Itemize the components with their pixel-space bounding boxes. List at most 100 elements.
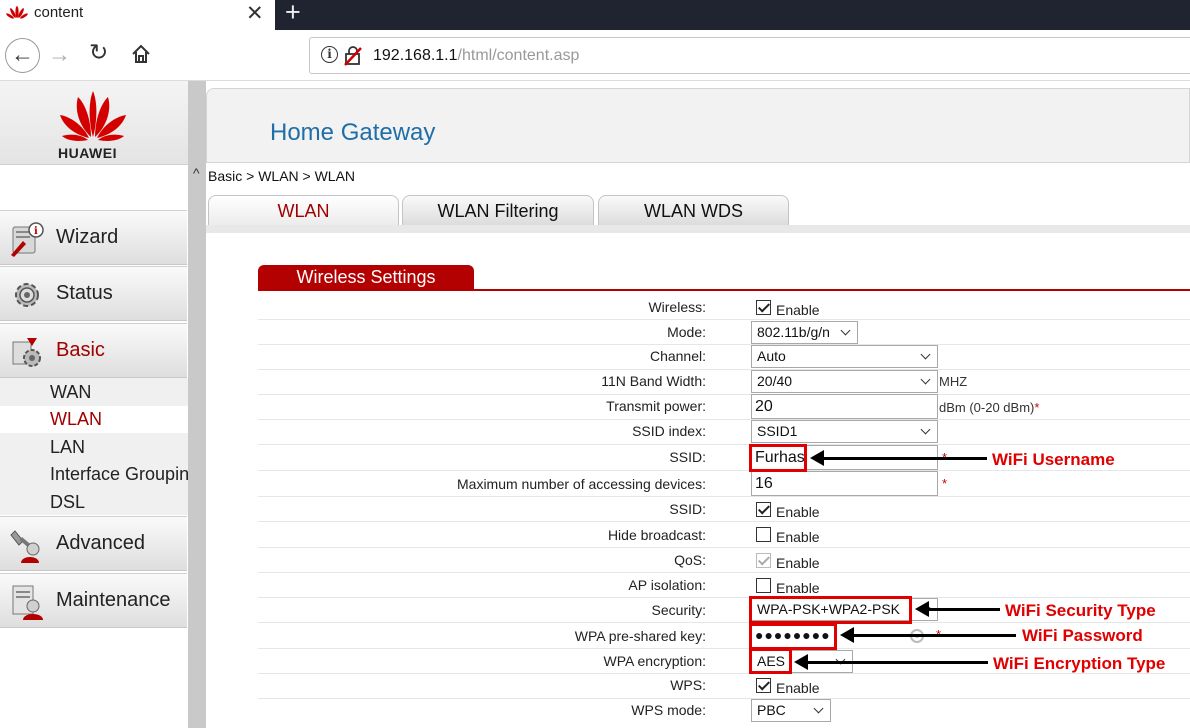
transmit-power-input[interactable]: 20 (751, 394, 938, 419)
tab-wlan-filtering[interactable]: WLAN Filtering (402, 195, 594, 225)
transmit-power-unit-text: dBm (0-20 dBm) (939, 400, 1035, 415)
channel-select[interactable]: Auto (751, 345, 938, 368)
new-tab-button[interactable]: + (285, 0, 301, 28)
wps-mode-label: WPS mode: (631, 702, 706, 718)
menu-status[interactable]: Status (0, 266, 187, 321)
menu-advanced[interactable]: Advanced (0, 516, 187, 571)
ssid-index-select[interactable]: SSID1 (751, 420, 938, 443)
submenu-wlan[interactable]: WLAN (0, 406, 188, 433)
close-icon[interactable]: ✕ (246, 1, 264, 26)
band-width-unit: MHZ (939, 374, 968, 389)
forward-arrow-icon[interactable]: → (48, 41, 71, 68)
sidebar: HUAWEI i Wizard Status Basic WAN WLAN LA… (0, 81, 197, 728)
maintenance-icon (12, 585, 43, 620)
wpa-key-label: WPA pre-shared key: (574, 628, 706, 644)
row-ap-isolation: AP isolation: Enable (258, 573, 1190, 598)
info-icon[interactable]: i (321, 46, 338, 63)
breadcrumb: Basic > WLAN > WLAN (208, 168, 356, 184)
wireless-enable-label: Enable (776, 302, 820, 318)
qos-label: QoS: (674, 552, 706, 568)
annotation-username: WiFi Username (992, 450, 1115, 469)
arrow-icon (794, 654, 988, 670)
page-header: Home Gateway (206, 88, 1190, 163)
submenu-dsl[interactable]: DSL (0, 489, 188, 516)
highlight-encryption (749, 648, 792, 674)
arrow-icon (915, 601, 1000, 617)
app-title: Home Gateway (270, 119, 436, 146)
arrow-icon (810, 450, 987, 466)
address-bar[interactable]: i 192.168.1.1/html/content.asp (309, 37, 1190, 74)
insecure-lock-icon (344, 46, 362, 66)
gear-icon (15, 283, 39, 307)
menu-wizard-label: Wizard (56, 226, 119, 248)
url-path: /html/content.asp (457, 47, 580, 64)
wps-label: WPS: (670, 677, 706, 693)
wps-checkbox[interactable] (756, 678, 771, 693)
highlight-ssid (749, 444, 807, 472)
browser-tab-bar: content ✕ + (0, 0, 1190, 30)
row-band-width: 11N Band Width: 20/40 MHZ (258, 370, 1190, 395)
menu-wizard[interactable]: i Wizard (0, 210, 187, 265)
highlight-security (749, 596, 912, 624)
mode-label: Mode: (667, 324, 706, 340)
row-hide-broadcast: Hide broadcast: Enable (258, 522, 1190, 548)
huawei-wordmark: HUAWEI (58, 145, 117, 161)
ssid-enable-option: Enable (776, 504, 820, 520)
ssid-index-label: SSID index: (632, 423, 706, 439)
chevron-up-icon[interactable]: ^ (193, 165, 200, 181)
browser-nav-bar: ← → ↻ i 192.168.1.1/html/content.asp (0, 30, 1190, 81)
logo-area: HUAWEI (0, 81, 197, 165)
back-arrow-icon[interactable]: ← (5, 38, 40, 73)
transmit-power-label: Transmit power: (606, 398, 706, 414)
row-wps: WPS: Enable (258, 674, 1190, 699)
wireless-checkbox[interactable] (756, 300, 771, 315)
band-width-label: 11N Band Width: (601, 373, 706, 389)
menu-basic-label: Basic (56, 339, 105, 361)
reload-icon[interactable]: ↻ (89, 39, 108, 66)
hide-broadcast-checkbox[interactable] (756, 527, 771, 542)
arrow-icon (840, 627, 1016, 643)
submenu-wan[interactable]: WAN (0, 379, 188, 406)
menu-basic[interactable]: Basic (0, 323, 187, 378)
tab-title: content (34, 4, 84, 21)
menu-advanced-label: Advanced (56, 532, 145, 554)
tab-wlan[interactable]: WLAN (208, 195, 399, 225)
ap-isolation-label: AP isolation: (628, 577, 706, 593)
row-max-devices: Maximum number of accessing devices: 16 … (258, 471, 1190, 497)
security-label: Security: (651, 602, 706, 618)
row-qos: QoS: Enable (258, 548, 1190, 573)
qos-checkbox (756, 553, 771, 568)
basic-icon (12, 338, 41, 367)
submenu-interface-grouping[interactable]: Interface Grouping (0, 461, 188, 488)
ap-isolation-option: Enable (776, 580, 820, 596)
home-icon[interactable] (130, 43, 152, 65)
menu-maintenance-label: Maintenance (56, 589, 171, 611)
huawei-logo-icon (60, 91, 126, 141)
mode-select[interactable]: 802.11b/g/n (751, 321, 858, 344)
ssid-enable-checkbox[interactable] (756, 502, 771, 517)
row-channel: Channel: Auto (258, 345, 1190, 370)
tab-wlan-wds[interactable]: WLAN WDS (598, 195, 789, 225)
ap-isolation-checkbox[interactable] (756, 578, 771, 593)
submenu-lan[interactable]: LAN (0, 434, 188, 461)
max-devices-label: Maximum number of accessing devices: (457, 476, 706, 492)
row-mode: Mode: 802.11b/g/n (258, 320, 1190, 345)
browser-tab[interactable]: content ✕ (0, 0, 275, 30)
annotation-encryption-type: WiFi Encryption Type (993, 654, 1166, 673)
max-devices-input[interactable]: 16 (751, 471, 938, 496)
hide-broadcast-label: Hide broadcast: (607, 527, 706, 543)
wps-mode-select[interactable]: PBC (751, 699, 831, 722)
row-transmit-power: Transmit power: 20 dBm (0-20 dBm)* (258, 394, 1190, 420)
required-marker: * (1034, 400, 1040, 415)
ssid-enable-label: SSID: (669, 501, 706, 517)
huawei-favicon-icon (6, 6, 28, 19)
transmit-power-unit: dBm (0-20 dBm)* (939, 400, 1039, 415)
row-ssid-index: SSID index: SSID1 (258, 420, 1190, 445)
advanced-icon (10, 530, 40, 563)
highlight-password (749, 623, 837, 650)
band-width-select[interactable]: 20/40 (751, 370, 938, 393)
wpa-encryption-label: WPA encryption: (603, 653, 706, 669)
annotation-security-type: WiFi Security Type (1005, 601, 1156, 620)
menu-maintenance[interactable]: Maintenance (0, 573, 187, 628)
row-wps-mode: WPS mode: PBC (258, 699, 1190, 724)
